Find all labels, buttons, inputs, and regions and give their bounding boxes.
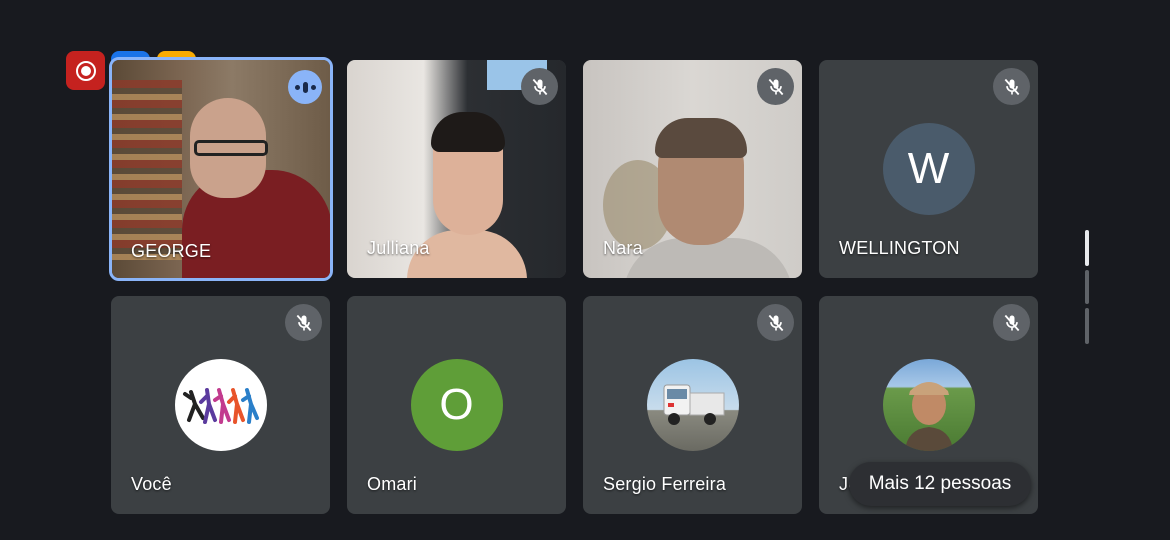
participant-tile-julliana[interactable]: Julliana [347,60,566,278]
recording-badge[interactable] [66,51,105,90]
avatar-initial: W [882,123,975,215]
mic-off-icon [296,314,311,331]
avatar-initial: O [410,359,503,451]
more-people-button[interactable]: Mais 12 pessoas [849,462,1031,506]
scroll-indicator-active[interactable] [1085,230,1089,266]
mic-off-icon [532,78,547,95]
mic-off-indicator [993,68,1030,105]
participant-tile-omari[interactable]: O Omari [347,296,566,514]
participant-tile-self[interactable]: Você [111,296,330,514]
mic-off-icon [1004,314,1019,331]
mic-off-indicator [285,304,322,341]
participant-tile-sergio[interactable]: Sergio Ferreira [583,296,802,514]
mic-off-indicator [521,68,558,105]
scroll-indicator[interactable] [1085,270,1089,304]
mic-off-indicator [757,304,794,341]
participant-name: Nara [603,238,643,258]
mic-off-icon [1004,78,1019,95]
participant-name: GEORGE [131,241,212,261]
truck-icon [663,384,724,425]
participant-tile-nara[interactable]: Nara [583,60,802,278]
avatar-truck-photo [646,359,739,451]
mic-off-indicator [757,68,794,105]
person-photo-icon [904,382,953,451]
participant-name: WELLINGTON [839,238,960,258]
dancers-logo-icon [182,388,259,424]
avatar-dancers-logo [174,359,267,451]
avatar-photo [882,359,975,451]
participant-name: Omari [367,474,417,494]
participant-name: Você [131,474,172,494]
record-icon [75,60,96,81]
participant-name: Julliana [367,238,430,258]
mic-off-indicator [993,304,1030,341]
mic-off-icon [768,78,783,95]
participant-tile-george[interactable]: GEORGE [109,57,333,281]
mic-off-icon [768,314,783,331]
participant-name: Sergio Ferreira [603,474,727,494]
scroll-indicator[interactable] [1085,308,1089,344]
participant-tile-wellington[interactable]: W WELLINGTON [819,60,1038,278]
audio-indicator [288,70,322,104]
